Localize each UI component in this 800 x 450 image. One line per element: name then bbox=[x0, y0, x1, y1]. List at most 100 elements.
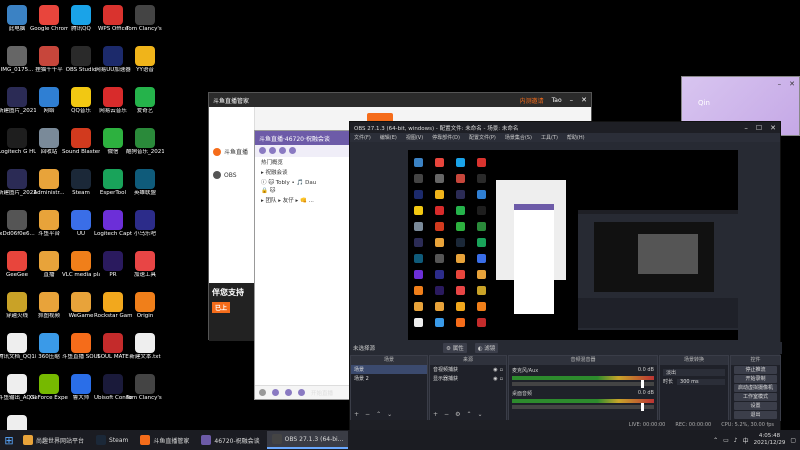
desktop-icon[interactable]: 加速工具 bbox=[126, 248, 164, 288]
volume-slider[interactable] bbox=[512, 380, 654, 388]
desktop-icon[interactable]: 新建文本.txt bbox=[126, 330, 164, 370]
chat-window[interactable]: 斗鱼直播·46720·祝融会谈 热门概览 ▸ 祝融会谈 ⓘ 🐱 Tobly • 🎵 … bbox=[254, 130, 350, 400]
taskbar-item[interactable]: Steam bbox=[91, 431, 133, 449]
lock-icon[interactable]: ▫ bbox=[500, 376, 503, 382]
desktop-icon[interactable]: Tom Clancy's R... bbox=[126, 371, 164, 411]
control-button[interactable]: 启动虚拟摄像机 bbox=[734, 384, 777, 392]
gear-icon[interactable]: ⚙ bbox=[455, 411, 460, 420]
emoji-icon[interactable] bbox=[259, 147, 266, 154]
desktop-icon[interactable]: 小乌乐吧 bbox=[126, 207, 164, 247]
lock-icon[interactable]: ▫ bbox=[500, 367, 503, 373]
chevron-up-icon[interactable]: ⌃ bbox=[713, 437, 718, 444]
slider-handle[interactable] bbox=[641, 403, 644, 411]
close-icon[interactable]: ✕ bbox=[770, 124, 776, 132]
obs-titlebar[interactable]: OBS 27.1.3 (64-bit, windows) - 配置文件: 未命名… bbox=[350, 122, 780, 133]
transitions-header: 场景转换 bbox=[660, 356, 728, 365]
image-icon[interactable] bbox=[269, 147, 276, 154]
taskbar-item[interactable]: 46720-祝融会谈 bbox=[196, 431, 264, 449]
preview-icon bbox=[435, 206, 444, 215]
desktop-icon[interactable]: Origin bbox=[126, 289, 164, 329]
slider-handle[interactable] bbox=[641, 380, 644, 388]
taskbar-item[interactable]: 尚趣世界网站平台 bbox=[18, 431, 89, 449]
obs-menu-item[interactable]: 停靠部件(D) bbox=[432, 134, 460, 141]
minimize-icon[interactable]: – bbox=[570, 96, 574, 104]
preview-icon bbox=[477, 238, 486, 247]
chat-line[interactable]: 🔒 🐱 bbox=[255, 187, 349, 195]
remove-icon[interactable]: − bbox=[365, 411, 370, 420]
chat-toolbar bbox=[255, 145, 349, 157]
obs-menu-item[interactable]: 编辑(E) bbox=[380, 134, 397, 141]
douyu-invite[interactable]: 内测邀请 bbox=[520, 96, 544, 105]
down-icon[interactable]: ⌄ bbox=[477, 411, 482, 420]
close-icon[interactable]: ✕ bbox=[789, 80, 795, 88]
remove-icon[interactable]: − bbox=[444, 411, 449, 420]
taskbar-item[interactable]: 斗鱼直播管家 bbox=[135, 431, 194, 449]
obs-menu-item[interactable]: 配置文件(P) bbox=[469, 134, 496, 141]
chat-line[interactable]: ⓘ 🐱 Tobly • 🎵 Dau bbox=[255, 177, 349, 187]
desktop-icon[interactable]: YY语音 bbox=[126, 43, 164, 83]
filters-button[interactable]: ◐ 滤镜 bbox=[474, 343, 499, 353]
control-button[interactable]: 开始录制 bbox=[734, 375, 777, 383]
duration-field[interactable]: 时长 300 ms bbox=[660, 377, 728, 386]
add-icon[interactable]: + bbox=[354, 411, 359, 420]
douyu-titlebar[interactable]: 斗鱼直播管家 内测邀请 Tao – ✕ bbox=[209, 93, 591, 107]
control-button[interactable]: 工作室模式 bbox=[734, 393, 777, 401]
chat-line[interactable]: ▸ 祝融会谈 bbox=[255, 167, 349, 177]
chat-line[interactable]: ▸ 团队 ▸ 友仔 ▸ 👊 ... bbox=[255, 195, 349, 205]
control-button[interactable]: 退出 bbox=[734, 411, 777, 419]
close-icon[interactable]: ✕ bbox=[581, 96, 587, 104]
eye-icon[interactable]: ◉ bbox=[493, 367, 497, 373]
app-icon bbox=[103, 87, 123, 107]
obs-window[interactable]: OBS 27.1.3 (64-bit, windows) - 配置文件: 未命名… bbox=[349, 121, 782, 431]
status-item: REC: 00:00:00 bbox=[675, 422, 712, 428]
taskbar-item[interactable]: OBS 27.1.3 (64-bi... bbox=[266, 431, 349, 449]
scene-item[interactable]: 场景 bbox=[351, 365, 427, 374]
up-icon[interactable]: ⌃ bbox=[466, 411, 471, 420]
obs-menu-item[interactable]: 文件(F) bbox=[354, 134, 371, 141]
desktop-icon[interactable]: Tom Clancy's R... bbox=[126, 2, 164, 42]
desktop-icon[interactable]: 英雄联盟 bbox=[126, 166, 164, 206]
volume-icon[interactable] bbox=[285, 389, 292, 396]
douyu-user[interactable]: OBS bbox=[213, 171, 237, 179]
obs-menu-item[interactable]: 工具(T) bbox=[541, 134, 558, 141]
app-icon bbox=[39, 374, 59, 394]
mixer-icon[interactable] bbox=[298, 389, 305, 396]
ime-indicator[interactable]: 中 bbox=[743, 436, 749, 445]
source-item[interactable]: 音视频捕获 ◉ ▫ bbox=[430, 365, 506, 374]
eye-icon[interactable]: ◉ bbox=[493, 376, 497, 382]
windows-start-icon[interactable]: ⊞ bbox=[0, 430, 18, 450]
volume-icon[interactable]: ♪ bbox=[734, 437, 738, 444]
up-icon[interactable]: ⌃ bbox=[376, 411, 381, 420]
obs-menu-item[interactable]: 帮助(H) bbox=[567, 134, 585, 141]
minimize-icon[interactable]: – bbox=[744, 124, 748, 132]
app-icon bbox=[71, 251, 91, 271]
minimize-icon[interactable]: – bbox=[778, 80, 782, 88]
settings-icon[interactable] bbox=[289, 147, 296, 154]
maximize-icon[interactable]: ☐ bbox=[756, 124, 762, 132]
add-icon[interactable]: + bbox=[433, 411, 438, 420]
source-item[interactable]: 显示器捕获 ◉ ▫ bbox=[430, 374, 506, 383]
chat-titlebar[interactable]: 斗鱼直播·46720·祝融会谈 bbox=[255, 131, 349, 145]
douyu-side-item[interactable]: 斗鱼直播 bbox=[213, 147, 248, 156]
obs-menu-item[interactable]: 视图(V) bbox=[406, 134, 423, 141]
mic-icon[interactable] bbox=[272, 389, 279, 396]
obs-preview[interactable] bbox=[408, 150, 738, 340]
app-icon bbox=[103, 128, 123, 148]
properties-button[interactable]: ⚙ 属性 bbox=[443, 343, 467, 353]
gift-icon[interactable] bbox=[279, 147, 286, 154]
desktop-icon[interactable]: 爱奇艺 bbox=[126, 84, 164, 124]
start-live-label[interactable]: 开始直播 bbox=[311, 389, 333, 397]
preview-icon bbox=[414, 270, 423, 279]
obs-menu-item[interactable]: 场景集合(S) bbox=[505, 134, 532, 141]
chat-line[interactable]: 热门概览 bbox=[255, 157, 349, 167]
control-button[interactable]: 停止推流 bbox=[734, 366, 777, 374]
scene-item[interactable]: 场景 2 bbox=[351, 374, 427, 383]
network-icon[interactable]: ▭ bbox=[723, 437, 729, 444]
down-icon[interactable]: ⌄ bbox=[387, 411, 392, 420]
control-button[interactable]: 设置 bbox=[734, 402, 777, 410]
volume-slider[interactable] bbox=[512, 403, 654, 411]
clock[interactable]: 4:05:48 2021/12/29 bbox=[754, 433, 786, 447]
desktop-icon[interactable]: 酷狗音乐_2021112... bbox=[126, 125, 164, 165]
transition-select[interactable]: 淡出 bbox=[660, 368, 728, 377]
notification-icon[interactable]: ▢ bbox=[790, 437, 796, 444]
